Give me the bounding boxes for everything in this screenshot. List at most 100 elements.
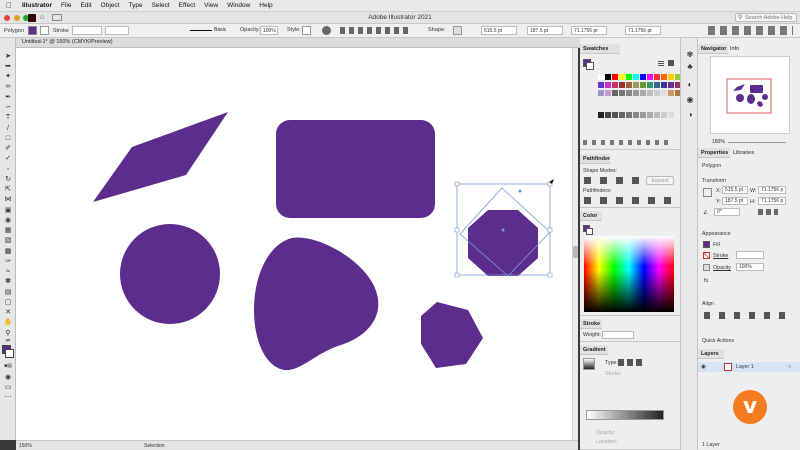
opacity-field[interactable]: 100% xyxy=(260,26,278,35)
color-swatch[interactable] xyxy=(605,74,611,80)
navigator-tab[interactable]: Navigator xyxy=(698,44,728,54)
free-transform-tool-icon[interactable]: ▣ xyxy=(3,207,13,214)
color-swatch[interactable] xyxy=(633,74,639,80)
color-swatch[interactable] xyxy=(619,112,625,118)
magic-wand-tool-icon[interactable]: ✦ xyxy=(3,73,13,80)
color-swatch[interactable] xyxy=(640,82,646,88)
color-swatch[interactable] xyxy=(619,82,625,88)
help-search[interactable]: ⚲ Search Adobe Help xyxy=(735,13,797,22)
symbol-sprayer-tool-icon[interactable]: ✽ xyxy=(3,278,13,285)
stroke-label[interactable]: Stroke xyxy=(53,28,69,34)
scroll-thumb[interactable] xyxy=(573,246,578,258)
menu-object[interactable]: Object xyxy=(101,2,120,9)
color-swatch[interactable] xyxy=(647,74,653,80)
screen-mode-icon[interactable]: ▭ xyxy=(3,384,13,391)
stroke-weight-field[interactable] xyxy=(602,331,634,339)
layer-target-icon[interactable]: ○ xyxy=(788,364,791,370)
appearance-icon[interactable]: ◑ xyxy=(685,110,695,119)
bbox-handle-br[interactable] xyxy=(547,272,553,278)
gradient-tab[interactable]: Gradient xyxy=(580,345,608,355)
color-swatch[interactable] xyxy=(633,112,639,118)
graph-tool-icon[interactable]: ▤ xyxy=(3,289,13,296)
appearance-fill-swatch[interactable] xyxy=(703,241,710,248)
gradient-slider[interactable] xyxy=(586,410,664,420)
color-stroke-swatch[interactable] xyxy=(586,228,593,235)
props-h-field[interactable]: 71.1756 p xyxy=(758,197,786,205)
appearance-stroke-label[interactable]: Stroke xyxy=(713,253,728,259)
menu-effect[interactable]: Effect xyxy=(179,2,196,9)
info-tab[interactable]: Info xyxy=(730,46,739,52)
hand-tool-icon[interactable]: ✋ xyxy=(3,319,13,326)
blend-tool-icon[interactable]: ≈ xyxy=(3,268,13,275)
color-swatch[interactable] xyxy=(647,112,653,118)
list-view-icon[interactable] xyxy=(658,60,664,66)
menu-type[interactable]: Type xyxy=(128,2,142,9)
color-swatch[interactable] xyxy=(626,112,632,118)
color-swatch[interactable] xyxy=(661,112,667,118)
bbox-handle-tl[interactable] xyxy=(454,181,460,187)
w-field[interactable]: 71.1756 pt xyxy=(571,26,607,35)
recolor-icon[interactable] xyxy=(322,26,331,35)
stroke-color-box[interactable] xyxy=(5,349,14,358)
artboard-tool-icon[interactable]: ▢ xyxy=(3,299,13,306)
appearance-opacity-field[interactable]: 100% xyxy=(736,263,764,271)
color-swatch[interactable] xyxy=(668,90,674,96)
shape-builder-tool-icon[interactable]: ◉ xyxy=(3,217,13,224)
graphic-styles-icon[interactable]: ◐ xyxy=(685,80,695,89)
color-swatch[interactable] xyxy=(654,74,660,80)
color-swatch[interactable] xyxy=(626,82,632,88)
color-swatch[interactable] xyxy=(661,82,667,88)
expand-button[interactable]: Expand xyxy=(646,176,674,185)
selection-tool-icon[interactable]: ➤ xyxy=(3,53,13,60)
gradient-preview[interactable] xyxy=(583,358,595,370)
current-stroke-swatch[interactable] xyxy=(586,62,594,70)
mesh-tool-icon[interactable]: ▧ xyxy=(3,237,13,244)
eyedropper-tool-icon[interactable]: ✑ xyxy=(3,258,13,265)
layer-name[interactable]: Layer 1 xyxy=(736,364,754,370)
menu-app-name[interactable]: Illustrator xyxy=(22,2,52,9)
menu-edit[interactable]: Edit xyxy=(80,2,91,9)
color-swatch[interactable] xyxy=(661,74,667,80)
rectangle-tool-icon[interactable]: □ xyxy=(3,135,13,142)
color-swatch[interactable] xyxy=(605,112,611,118)
bbox-handle-mr[interactable] xyxy=(547,227,553,233)
color-swatch[interactable] xyxy=(633,90,639,96)
status-tool[interactable]: Selection xyxy=(144,443,165,449)
color-swatch[interactable] xyxy=(654,112,660,118)
rotate-tool-icon[interactable]: ↻ xyxy=(3,176,13,183)
color-swatch[interactable] xyxy=(654,90,660,96)
brushes-icon[interactable]: ✾ xyxy=(685,50,695,59)
props-y-field[interactable]: 187.5 pt xyxy=(722,197,748,205)
slice-tool-icon[interactable]: ✕ xyxy=(3,309,13,316)
color-swatch[interactable] xyxy=(605,82,611,88)
stroke-weight-field[interactable] xyxy=(71,26,102,35)
artboard-canvas[interactable] xyxy=(16,48,578,440)
color-swatch[interactable] xyxy=(619,74,625,80)
apple-icon[interactable]:  xyxy=(6,1,12,10)
perspective-grid-tool-icon[interactable]: ▦ xyxy=(3,227,13,234)
rounded-rectangle-shape[interactable] xyxy=(276,120,435,218)
zoom-level[interactable]: 150% xyxy=(19,443,32,449)
color-swatch[interactable] xyxy=(661,90,667,96)
gradient-tool-icon[interactable]: ▩ xyxy=(3,248,13,255)
color-swatch[interactable] xyxy=(626,74,632,80)
bbox-handle-ml[interactable] xyxy=(454,227,460,233)
style-label[interactable]: Style: xyxy=(287,27,301,33)
menu-help[interactable]: Help xyxy=(259,2,272,9)
color-swatch[interactable] xyxy=(605,90,611,96)
eraser-tool-icon[interactable]: ◦ xyxy=(3,166,13,173)
color-swatch[interactable] xyxy=(598,74,604,80)
opacity-label[interactable]: Opacity: xyxy=(240,27,260,33)
color-swatch[interactable] xyxy=(647,90,653,96)
line-tool-icon[interactable]: / xyxy=(3,125,13,132)
shape-icon[interactable] xyxy=(453,26,462,35)
transparency-icon[interactable]: ◉ xyxy=(685,95,695,104)
stroke-swatch[interactable] xyxy=(39,26,49,35)
lasso-tool-icon[interactable]: ∞ xyxy=(3,83,13,90)
navigator-thumbnail[interactable] xyxy=(710,56,790,134)
direct-selection-tool-icon[interactable]: ➥ xyxy=(3,63,13,70)
props-w-field[interactable]: 71.1756 p xyxy=(758,186,786,194)
properties-tab[interactable]: Properties xyxy=(698,148,730,158)
props-angle-field[interactable]: 0° xyxy=(714,208,740,216)
libraries-tab[interactable]: Libraries xyxy=(733,150,754,156)
